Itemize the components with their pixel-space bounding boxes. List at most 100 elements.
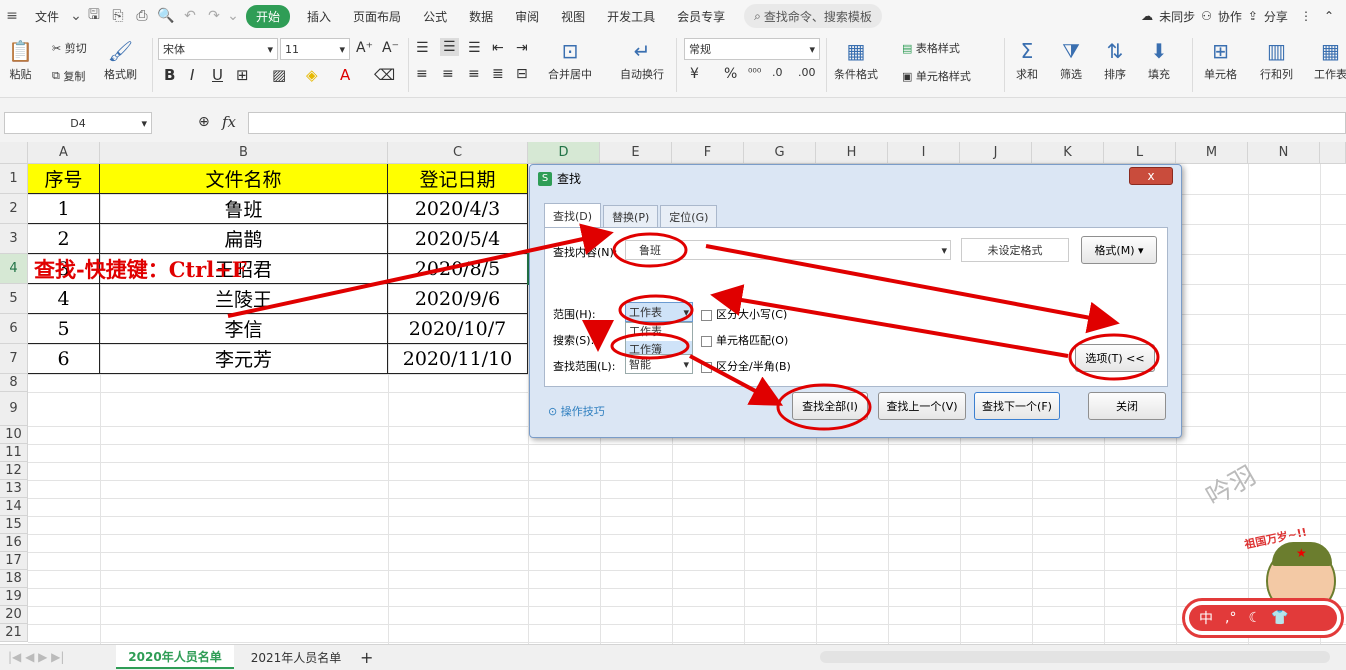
table-style-button[interactable]: ▤ 表格样式 (902, 40, 960, 56)
col-header-o[interactable] (1320, 142, 1346, 164)
find-all-button[interactable]: 查找全部(I) (792, 392, 868, 420)
align-right-icon[interactable]: ≡ (468, 66, 480, 82)
table-cell[interactable]: 2020/10/7 (388, 314, 528, 344)
table-cell[interactable]: 2 (28, 224, 100, 254)
tab-developer[interactable]: 开发工具 (596, 8, 666, 25)
header-cell-filename[interactable]: 文件名称 (100, 164, 388, 194)
italic-icon[interactable]: I (190, 66, 194, 84)
row-header-1[interactable]: 1 (0, 164, 28, 194)
table-cell[interactable]: 2020/11/10 (388, 344, 528, 374)
col-header-b[interactable]: B (100, 142, 388, 164)
moon-icon[interactable]: ☾ (1248, 610, 1261, 626)
row-header-16[interactable]: 16 (0, 534, 28, 552)
percent-icon[interactable]: % (724, 66, 737, 82)
copy-button[interactable]: ⧉ 复制 (52, 68, 85, 84)
cells-button[interactable]: ⊞ 单元格 (1204, 38, 1237, 82)
col-header-g[interactable]: G (744, 142, 816, 164)
table-cell[interactable]: 4 (28, 284, 100, 314)
add-sheet-icon[interactable]: + (360, 648, 373, 667)
ime-mode[interactable]: 中 (1199, 608, 1213, 628)
dialog-close-button[interactable]: x (1129, 167, 1173, 185)
table-cell[interactable]: 2020/8/5 (388, 254, 528, 284)
table-cell[interactable]: 2020/5/4 (388, 224, 528, 254)
tab-home[interactable]: 开始 (246, 4, 291, 28)
shirt-icon[interactable]: 👕 (1271, 610, 1288, 626)
font-shrink-icon[interactable]: A⁻ (382, 40, 399, 56)
col-header-f[interactable]: F (672, 142, 744, 164)
paste-button[interactable]: 📋 粘贴 (8, 38, 33, 82)
fill-button[interactable]: ⬇ 填充 (1148, 38, 1170, 82)
table-cell[interactable]: 扁鹊 (100, 224, 388, 254)
header-cell-date[interactable]: 登记日期 (388, 164, 528, 194)
tab-page-layout[interactable]: 页面布局 (342, 8, 412, 25)
tab-replace[interactable]: 替换(P) (603, 205, 659, 227)
row-header-13[interactable]: 13 (0, 480, 28, 498)
tab-insert[interactable]: 插入 (296, 8, 342, 25)
justify-icon[interactable]: ≣ (492, 66, 504, 82)
col-header-l[interactable]: L (1104, 142, 1176, 164)
cut-button[interactable]: ✂ 剪切 (52, 40, 87, 56)
find-input[interactable]: 鲁班 ▾ (625, 240, 951, 260)
zoom-icon[interactable]: ⊕ (198, 114, 210, 130)
align-middle-icon[interactable]: ☰ (440, 38, 459, 56)
row-header-19[interactable]: 19 (0, 588, 28, 606)
tab-member[interactable]: 会员专享 (666, 8, 736, 25)
row-header-18[interactable]: 18 (0, 570, 28, 588)
fx-icon[interactable]: fx (222, 113, 236, 131)
highlight-icon[interactable]: ◈ (306, 66, 318, 84)
distribute-icon[interactable]: ⊟ (516, 66, 528, 82)
tips-link[interactable]: ⊙ 操作技巧 (548, 403, 605, 419)
col-header-i[interactable]: I (888, 142, 960, 164)
row-col-button[interactable]: ▥ 行和列 (1260, 38, 1293, 82)
bold-icon[interactable]: B (164, 66, 175, 84)
tab-formulas[interactable]: 公式 (412, 8, 458, 25)
col-header-n[interactable]: N (1248, 142, 1320, 164)
row-header-11[interactable]: 11 (0, 444, 28, 462)
col-header-h[interactable]: H (816, 142, 888, 164)
row-header-21[interactable]: 21 (0, 624, 28, 642)
table-cell[interactable]: 兰陵王 (100, 284, 388, 314)
redo-icon[interactable]: ↷ (202, 8, 226, 24)
tab-review[interactable]: 审阅 (504, 8, 550, 25)
font-size-select[interactable]: 11 ▾ (280, 38, 350, 60)
col-header-j[interactable]: J (960, 142, 1032, 164)
col-header-e[interactable]: E (600, 142, 672, 164)
horizontal-scrollbar[interactable] (820, 651, 1330, 663)
row-header-20[interactable]: 20 (0, 606, 28, 624)
print-icon[interactable]: ⎙ (130, 8, 154, 24)
decimal-increase-icon[interactable]: .0 (772, 66, 783, 79)
close-button[interactable]: 关闭 (1088, 392, 1166, 420)
table-cell[interactable]: 鲁班 (100, 194, 388, 224)
formula-input[interactable] (248, 112, 1346, 134)
col-header-m[interactable]: M (1176, 142, 1248, 164)
border-icon[interactable]: ⊞ (236, 66, 249, 84)
table-cell[interactable]: 2020/4/3 (388, 194, 528, 224)
font-name-select[interactable]: 宋体 ▾ (158, 38, 278, 60)
collab-button[interactable]: 协作 (1212, 8, 1248, 25)
sheet-tab-2020[interactable]: 2020年人员名单 (116, 645, 234, 669)
table-cell[interactable]: 李信 (100, 314, 388, 344)
align-top-icon[interactable]: ☰ (416, 40, 429, 56)
table-cell[interactable]: 5 (28, 314, 100, 344)
row-header-7[interactable]: 7 (0, 344, 28, 374)
tab-goto[interactable]: 定位(G) (660, 205, 718, 227)
font-grow-icon[interactable]: A⁺ (356, 40, 373, 56)
row-header-6[interactable]: 6 (0, 314, 28, 344)
name-box[interactable]: D4 ▾ (4, 112, 152, 134)
conditional-format-button[interactable]: ▦ 条件格式 (834, 38, 878, 82)
cell-style-button[interactable]: ▣ 单元格样式 (902, 68, 971, 84)
row-header-15[interactable]: 15 (0, 516, 28, 534)
row-header-4[interactable]: 4 (0, 254, 28, 284)
share-button[interactable]: 分享 (1258, 8, 1294, 25)
header-cell-index[interactable]: 序号 (28, 164, 100, 194)
match-cell-checkbox[interactable]: 单元格匹配(O) (701, 332, 788, 348)
sheet-tab-2021[interactable]: 2021年人员名单 (238, 645, 354, 669)
currency-icon[interactable]: ¥ (690, 66, 699, 82)
tab-view[interactable]: 视图 (550, 8, 596, 25)
find-next-button[interactable]: 查找下一个(F) (974, 392, 1060, 420)
row-header-17[interactable]: 17 (0, 552, 28, 570)
row-header-14[interactable]: 14 (0, 498, 28, 516)
format-painter-button[interactable]: 🖌 格式刷 (104, 38, 137, 82)
underline-icon[interactable]: U (212, 66, 223, 84)
wrap-text-button[interactable]: ↵ 自动换行 (620, 38, 664, 82)
